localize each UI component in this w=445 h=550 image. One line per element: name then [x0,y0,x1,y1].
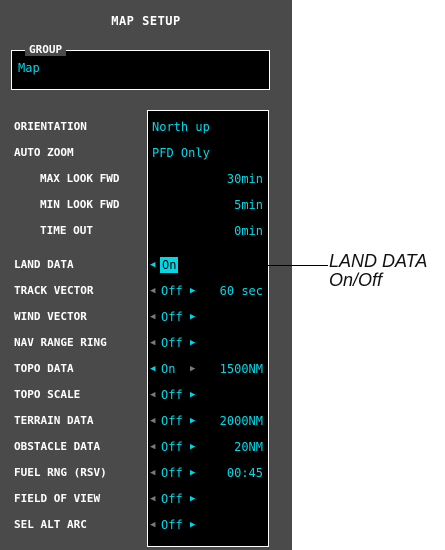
track-vector-value[interactable]: Off [161,282,183,300]
setting-label: NAV RANGE RING [14,336,107,349]
increment-arrow-icon[interactable]: ▶ [190,464,195,482]
increment-arrow-icon[interactable]: ▶ [190,516,195,534]
decrement-arrow-icon[interactable]: ◀ [150,386,155,404]
group-label: GROUP [25,43,67,56]
increment-arrow-icon[interactable]: ▶ [190,386,195,404]
decrement-arrow-icon[interactable]: ◀ [150,412,155,430]
setting-row-track-vector[interactable]: TRACK VECTOR ◀ Off ▶ 60 sec [0,282,292,300]
orientation-value[interactable]: North up [152,118,210,136]
setting-label: MAX LOOK FWD [40,172,120,185]
wind-vector-value[interactable]: Off [161,308,183,326]
setting-row-auto-zoom[interactable]: AUTO ZOOM PFD Only [0,144,292,162]
increment-arrow-icon[interactable]: ▶ [190,360,195,378]
terrain-data-value[interactable]: Off [161,412,183,430]
max-look-fwd-value[interactable]: 30min [200,170,263,188]
increment-arrow-icon[interactable]: ▶ [190,412,195,430]
panel-title: MAP SETUP [111,14,181,28]
time-out-value[interactable]: 0min [200,222,263,240]
auto-zoom-value[interactable]: PFD Only [152,144,210,162]
decrement-arrow-icon[interactable]: ◀ [150,334,155,352]
decrement-arrow-icon[interactable]: ◀ [150,282,155,300]
min-look-fwd-value[interactable]: 5min [200,196,263,214]
setting-row-max-look-fwd[interactable]: MAX LOOK FWD 30min [0,170,292,188]
callout-leader-line [188,265,288,266]
decrement-arrow-icon[interactable]: ◀ [150,360,155,378]
topo-data-value[interactable]: On [161,360,175,378]
callout-leader-line [288,265,328,266]
setting-label: MIN LOOK FWD [40,198,120,211]
callout-line-2: On/Off [329,270,383,290]
track-vector-range[interactable]: 60 sec [205,282,263,300]
decrement-arrow-icon[interactable]: ◀ [150,516,155,534]
obstacle-data-range[interactable]: 20NM [205,438,263,456]
decrement-arrow-icon[interactable]: ◀ [150,256,155,274]
setting-label: WIND VECTOR [14,310,87,323]
group-field[interactable]: GROUP Map [11,43,270,90]
setting-label: FUEL RNG (RSV) [14,466,107,479]
setting-row-obstacle-data[interactable]: OBSTACLE DATA ◀ Off ▶ 20NM [0,438,292,456]
increment-arrow-icon[interactable]: ▶ [190,308,195,326]
setting-label: TIME OUT [40,224,93,237]
setting-label: OBSTACLE DATA [14,440,101,453]
increment-arrow-icon[interactable]: ▶ [190,490,195,508]
setting-row-time-out[interactable]: TIME OUT 0min [0,222,292,240]
group-value: Map [18,61,40,75]
setting-row-min-look-fwd[interactable]: MIN LOOK FWD 5min [0,196,292,214]
setting-row-fuel-rng[interactable]: FUEL RNG (RSV) ◀ Off ▶ 00:45 [0,464,292,482]
map-setup-panel: MAP SETUP GROUP Map ORIENTATION North up… [0,0,292,550]
decrement-arrow-icon[interactable]: ◀ [150,464,155,482]
setting-row-terrain-data[interactable]: TERRAIN DATA ◀ Off ▶ 2000NM [0,412,292,430]
sel-alt-arc-value[interactable]: Off [161,516,183,534]
topo-data-range[interactable]: 1500NM [205,360,263,378]
land-data-callout: LAND DATA On/Off [329,252,427,290]
land-data-value[interactable]: On [160,257,179,273]
setting-label: AUTO ZOOM [14,146,74,159]
decrement-arrow-icon[interactable]: ◀ [150,438,155,456]
setting-label: TOPO DATA [14,362,74,375]
decrement-arrow-icon[interactable]: ◀ [150,308,155,326]
fuel-rng-range[interactable]: 00:45 [205,464,263,482]
setting-label: FIELD OF VIEW [14,492,101,505]
setting-row-wind-vector[interactable]: WIND VECTOR ◀ Off ▶ [0,308,292,326]
setting-label: TOPO SCALE [14,388,81,401]
increment-arrow-icon[interactable]: ▶ [190,438,195,456]
setting-row-nav-range-ring[interactable]: NAV RANGE RING ◀ Off ▶ [0,334,292,352]
setting-label: ORIENTATION [14,120,87,133]
setting-label: TRACK VECTOR [14,284,94,297]
setting-row-topo-data[interactable]: TOPO DATA ◀ On ▶ 1500NM [0,360,292,378]
callout-line-1: LAND DATA [329,251,428,271]
terrain-data-range[interactable]: 2000NM [205,412,263,430]
nav-range-ring-value[interactable]: Off [161,334,183,352]
topo-scale-value[interactable]: Off [161,386,183,404]
increment-arrow-icon[interactable]: ▶ [190,282,195,300]
setting-label: TERRAIN DATA [14,414,94,427]
field-of-view-value[interactable]: Off [161,490,183,508]
setting-label: SEL ALT ARC [14,518,87,531]
setting-label: LAND DATA [14,258,74,271]
obstacle-data-value[interactable]: Off [161,438,183,456]
setting-row-field-of-view[interactable]: FIELD OF VIEW ◀ Off ▶ [0,490,292,508]
setting-row-sel-alt-arc[interactable]: SEL ALT ARC ◀ Off ▶ [0,516,292,534]
increment-arrow-icon[interactable]: ▶ [190,334,195,352]
decrement-arrow-icon[interactable]: ◀ [150,490,155,508]
setting-row-topo-scale[interactable]: TOPO SCALE ◀ Off ▶ [0,386,292,404]
fuel-rng-value[interactable]: Off [161,464,183,482]
setting-row-orientation[interactable]: ORIENTATION North up [0,118,292,136]
